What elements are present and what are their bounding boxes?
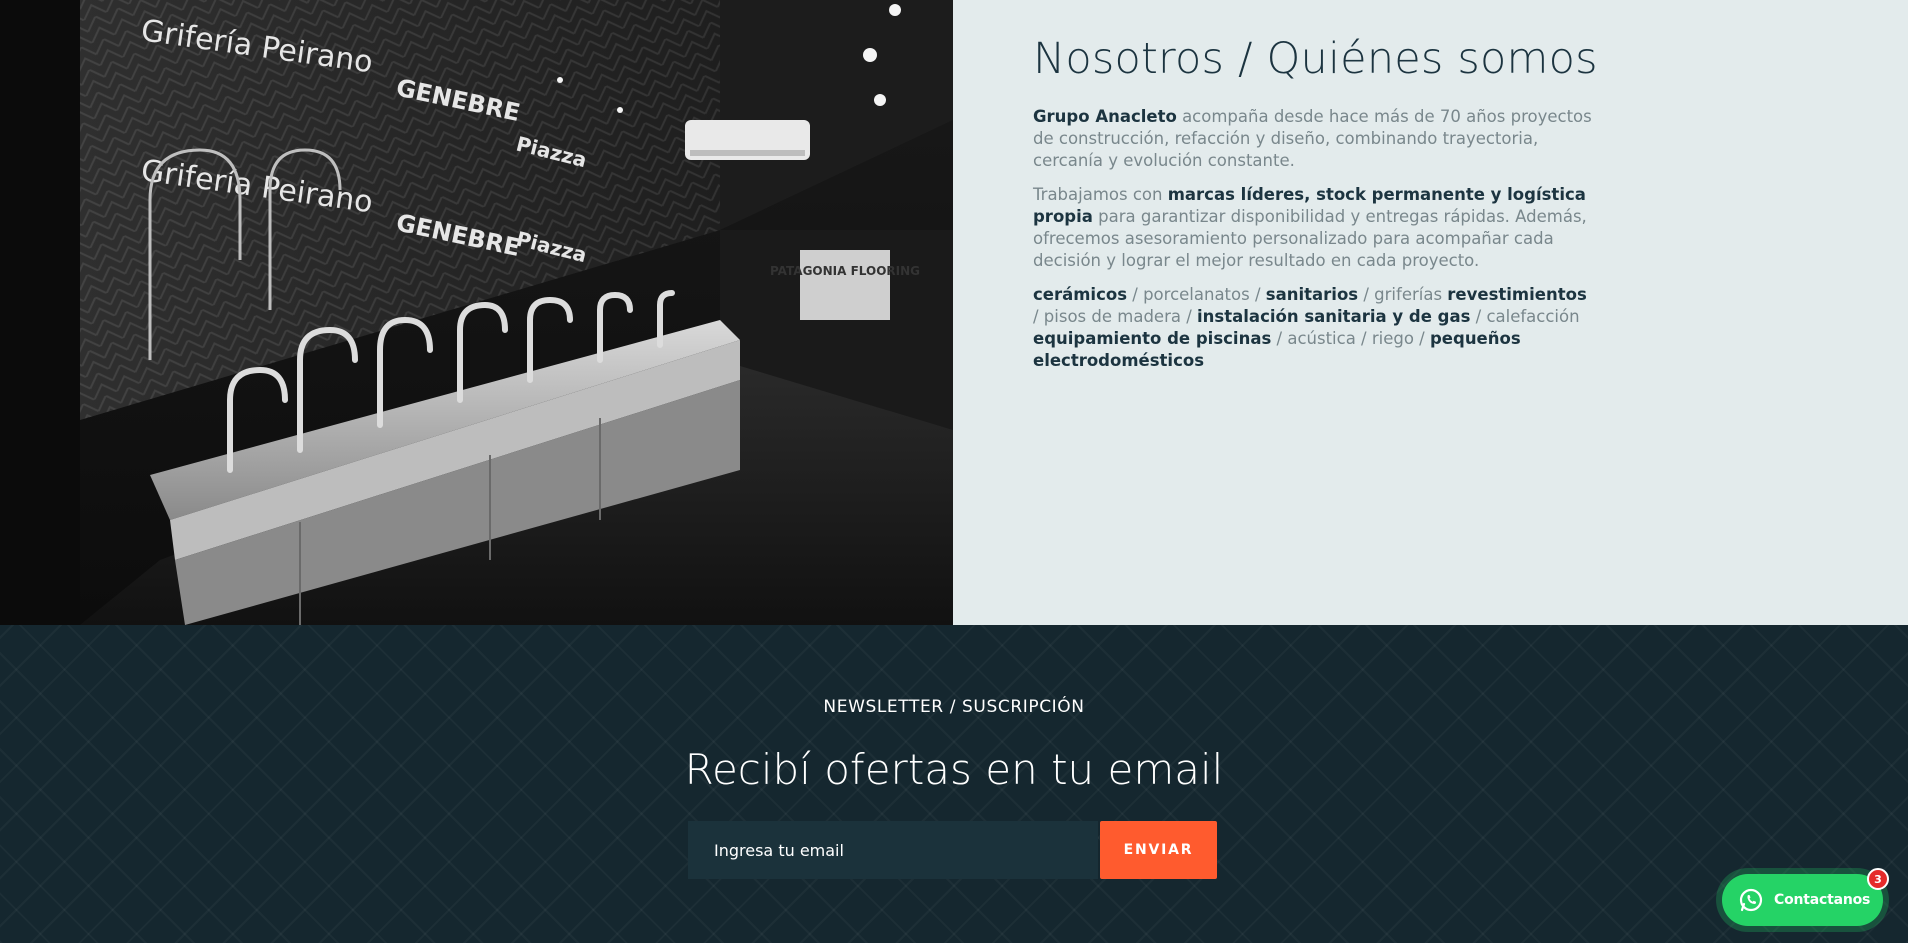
about-paragraph-2-lead: Trabajamos con <box>1033 185 1168 204</box>
category-separator: / porcelanatos / <box>1127 285 1266 304</box>
whatsapp-icon <box>1738 887 1764 913</box>
send-button[interactable]: ENVIAR <box>1100 821 1217 879</box>
newsletter-section: NEWSLETTER / SUSCRIPCIÓN Recibí ofertas … <box>0 625 1908 943</box>
categories-list: cerámicos / porcelanatos / sanitarios / … <box>1033 284 1593 372</box>
whatsapp-contact-button[interactable]: Contactanos 3 <box>1722 868 1889 926</box>
category-separator: / acústica / riego / <box>1271 329 1430 348</box>
category-bold: sanitarios <box>1265 285 1359 304</box>
about-section: PATAGONIA FLOORING Grifería Peirano GENE… <box>0 0 1908 625</box>
category-bold: equipamiento de piscinas <box>1033 329 1272 348</box>
category-bold: revestimientos <box>1447 285 1587 304</box>
showroom-photo: PATAGONIA FLOORING Grifería Peirano GENE… <box>0 0 953 625</box>
email-input[interactable] <box>688 821 1098 879</box>
brand-name: Grupo Anacleto <box>1033 107 1177 126</box>
whatsapp-label: Contactanos <box>1774 892 1871 908</box>
about-title: Nosotros / Quiénes somos <box>1033 34 1598 84</box>
newsletter-form: ENVIAR <box>688 821 1217 879</box>
about-text-panel: Nosotros / Quiénes somos Grupo Anacleto … <box>953 0 1908 625</box>
about-paragraph-2: Trabajamos con marcas líderes, stock per… <box>1033 184 1593 272</box>
about-paragraph-2-text: para garantizar disponibilidad y entrega… <box>1033 207 1587 270</box>
newsletter-title: Recibí ofertas en tu email <box>684 745 1224 794</box>
category-separator: / pisos de madera / <box>1033 307 1198 326</box>
notification-badge: 3 <box>1867 868 1889 890</box>
sign-patagonia: PATAGONIA FLOORING <box>770 264 920 278</box>
category-bold: cerámicos <box>1033 285 1128 304</box>
newsletter-kicker: NEWSLETTER / SUSCRIPCIÓN <box>823 697 1085 717</box>
showroom-illustration: PATAGONIA FLOORING Grifería Peirano GENE… <box>0 0 953 625</box>
category-separator: / griferías <box>1358 285 1448 304</box>
category-separator: / calefacción <box>1470 307 1580 326</box>
about-paragraph-1: Grupo Anacleto acompaña desde hace más d… <box>1033 106 1593 172</box>
category-bold: instalación sanitaria y de gas <box>1197 307 1471 326</box>
